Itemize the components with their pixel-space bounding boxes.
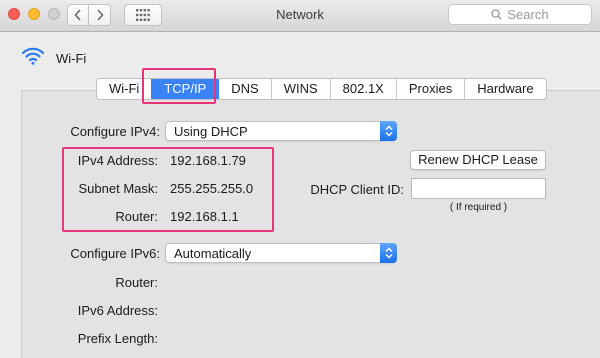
prefix-length-label: Prefix Length: — [77, 331, 158, 346]
dhcp-client-id-field[interactable] — [411, 178, 546, 199]
subnet-mask-value: 255.255.255.0 — [170, 181, 254, 196]
ipv4-address-label: IPv4 Address: — [77, 153, 158, 168]
if-required-hint: ( If required ) — [449, 202, 508, 213]
router-value: 192.168.1.1 — [170, 209, 239, 224]
tab-hardware[interactable]: Hardware — [464, 79, 545, 99]
title-bar: Network Search — [0, 0, 600, 32]
tab-8021x[interactable]: 802.1X — [329, 79, 396, 99]
subnet-mask-label: Subnet Mask: — [78, 181, 159, 196]
tab-proxies[interactable]: Proxies — [395, 79, 464, 99]
up-down-arrows-icon — [380, 121, 397, 141]
search-icon — [491, 9, 503, 20]
ipv6-router-label: Router: — [115, 275, 158, 290]
configure-ipv4-value: Using DHCP — [174, 124, 248, 139]
renew-dhcp-lease-button[interactable]: Renew DHCP Lease — [410, 150, 546, 170]
dhcp-client-id-label: DHCP Client ID: — [310, 182, 404, 197]
ipv4-address-value: 192.168.1.79 — [170, 153, 246, 168]
service-name: Wi-Fi — [56, 51, 87, 66]
up-down-arrows-icon — [380, 243, 397, 263]
ipv6-address-label: IPv6 Address: — [77, 303, 158, 318]
search-placeholder: Search — [507, 7, 549, 22]
configure-ipv6-label: Configure IPv6: — [70, 246, 160, 261]
configure-ipv6-value: Automatically — [174, 246, 252, 261]
search-field[interactable]: Search — [448, 4, 592, 25]
configure-ipv6-popup[interactable]: Automatically — [165, 243, 397, 263]
tab-highlight-box — [142, 68, 216, 104]
router-label: Router: — [115, 209, 158, 224]
tab-wins[interactable]: WINS — [270, 79, 330, 99]
tab-dns[interactable]: DNS — [218, 79, 270, 99]
configure-ipv4-popup[interactable]: Using DHCP — [165, 121, 397, 141]
wifi-icon — [21, 47, 45, 65]
configure-ipv4-label: Configure IPv4: — [70, 124, 160, 139]
